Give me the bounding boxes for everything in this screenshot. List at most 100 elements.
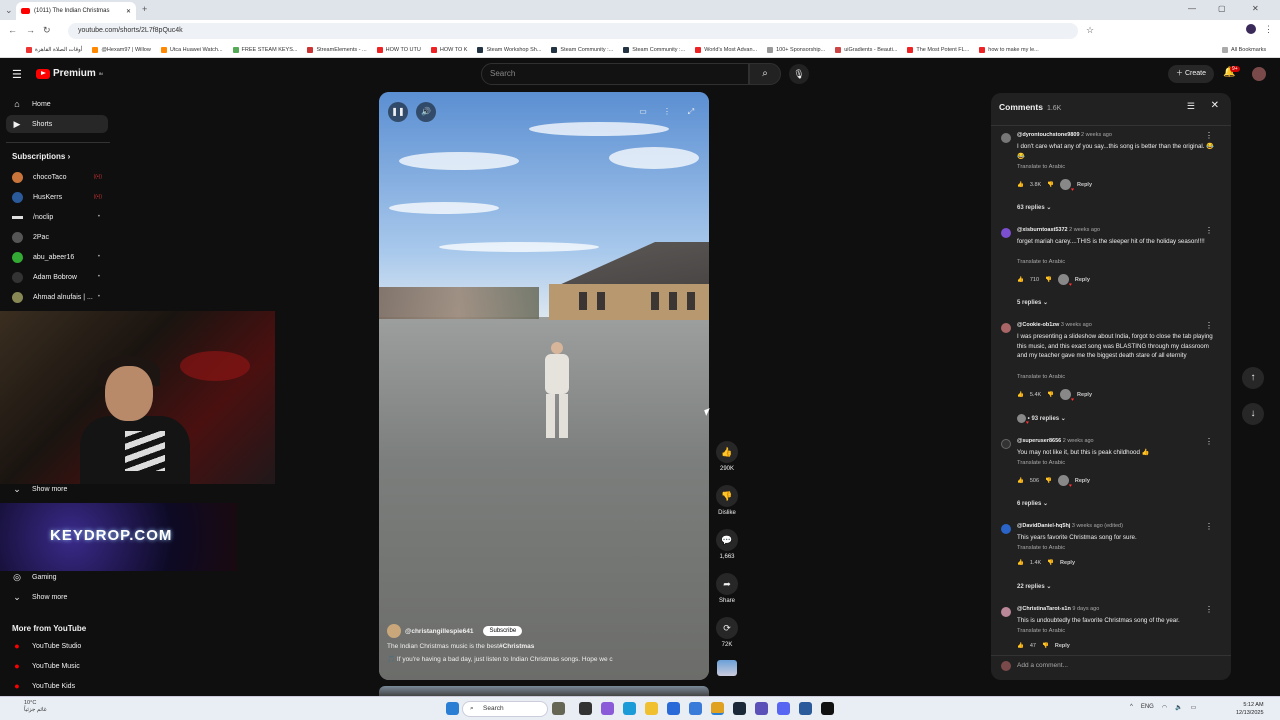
view-replies-button[interactable]: 63 replies ⌄ xyxy=(1017,204,1051,211)
subscription-item[interactable]: Adam Bobrow • xyxy=(6,268,108,286)
comment-like-icon[interactable]: 👍 xyxy=(1017,277,1024,283)
maximize-icon[interactable]: ▢ xyxy=(1218,4,1226,13)
translate-link[interactable]: Translate to Arabic xyxy=(1017,545,1065,551)
all-bookmarks[interactable]: All Bookmarks xyxy=(1222,46,1266,53)
bookmark-item[interactable]: StreamElements - ... xyxy=(307,46,367,53)
like-button[interactable]: 👍 290K xyxy=(715,441,739,472)
view-replies-button[interactable]: 5 replies ⌄ xyxy=(1017,299,1048,306)
comment-like-icon[interactable]: 👍 xyxy=(1017,182,1024,188)
translate-link[interactable]: Translate to Arabic xyxy=(1017,460,1065,466)
reload-icon[interactable]: ↻ xyxy=(43,25,51,36)
next-short-preview[interactable] xyxy=(379,686,709,696)
hamburger-menu-icon[interactable]: ☰ xyxy=(12,68,22,81)
view-replies-button[interactable]: • 93 replies ⌄ xyxy=(1017,414,1066,426)
back-icon[interactable]: ← xyxy=(8,25,17,35)
tab-list-icon[interactable]: ⌄ xyxy=(5,5,13,16)
comment-dislike-icon[interactable]: 👎 xyxy=(1047,560,1054,566)
subscribe-button[interactable]: Subscribe xyxy=(483,626,523,636)
comment-dislike-icon[interactable]: 👎 xyxy=(1047,182,1054,188)
search-button[interactable]: ⌕ xyxy=(749,63,781,85)
commenter-avatar[interactable] xyxy=(1001,133,1011,143)
channel-handle[interactable]: @christangillespie641 xyxy=(405,628,473,635)
sidebar-item-youtube-music[interactable]: ● YouTube Music xyxy=(6,657,108,675)
bookmark-item[interactable]: HOW TO UTU xyxy=(376,46,421,53)
add-comment-field[interactable]: Add a comment... xyxy=(991,655,1231,680)
more-options-icon[interactable]: ⋮ xyxy=(657,102,677,122)
comment-menu-icon[interactable]: ⋮ xyxy=(1205,437,1213,446)
comment-menu-icon[interactable]: ⋮ xyxy=(1205,321,1213,330)
bookmark-item[interactable]: World's Most Advan... xyxy=(695,46,757,53)
translate-link[interactable]: Translate to Arabic xyxy=(1017,164,1065,170)
bookmark-item[interactable]: Utca Huawei Watch... xyxy=(160,46,223,53)
bookmark-item[interactable]: FREE STEAM KEYS... xyxy=(232,46,297,53)
reply-button[interactable]: Reply xyxy=(1077,392,1092,398)
sort-icon[interactable]: ☰ xyxy=(1187,101,1195,112)
create-button[interactable]: ＋ Create xyxy=(1168,65,1214,83)
subscriptions-header[interactable]: Subscriptions › xyxy=(12,152,70,161)
show-more-button[interactable]: ⌄ Show more xyxy=(6,588,108,606)
volume-icon[interactable]: 🔈 xyxy=(1175,704,1182,711)
weather-widget[interactable]: 10°C غائم جزئياً xyxy=(24,700,47,714)
comment-menu-icon[interactable]: ⋮ xyxy=(1205,522,1213,531)
widget-icon[interactable] xyxy=(552,702,565,715)
pause-button[interactable]: ❚❚ xyxy=(388,102,408,122)
fullscreen-icon[interactable]: ⤢ xyxy=(681,102,701,122)
chrome-icon[interactable] xyxy=(711,702,724,715)
captions-icon[interactable]: ▭ xyxy=(633,102,653,122)
commenter-avatar[interactable] xyxy=(1001,607,1011,617)
reply-button[interactable]: Reply xyxy=(1055,643,1070,649)
forward-icon[interactable]: → xyxy=(26,25,35,35)
comments-button[interactable]: 💬 1,663 xyxy=(715,529,739,560)
taskbar-search[interactable]: ⌕ Search xyxy=(462,701,548,717)
shorts-video-player[interactable]: ❚❚ 🔊 ▭ ⋮ ⤢ @christangillespie641 Subscri… xyxy=(379,92,709,680)
subscription-item[interactable]: chocoTaco ((•)) xyxy=(6,168,108,186)
reply-button[interactable]: Reply xyxy=(1060,560,1075,566)
subscription-item[interactable]: /noclip • xyxy=(6,208,108,226)
commenter-avatar[interactable] xyxy=(1001,439,1011,449)
search-input[interactable]: Search xyxy=(481,63,749,85)
subscription-item[interactable]: Ahmad alnufais | ... • xyxy=(6,288,108,306)
bookmark-item[interactable]: Steam Workshop Sh... xyxy=(477,46,541,53)
tab-close-icon[interactable]: ✕ xyxy=(126,8,131,15)
comment-menu-icon[interactable]: ⋮ xyxy=(1205,605,1213,614)
subscription-item[interactable]: abu_abeer16 • xyxy=(6,248,108,266)
tray-chevron-icon[interactable]: ^ xyxy=(1130,704,1133,711)
menu-kebab-icon[interactable]: ⋮ xyxy=(1264,24,1273,35)
volume-button[interactable]: 🔊 xyxy=(416,102,436,122)
discord-icon[interactable] xyxy=(777,702,790,715)
remix-button[interactable]: ⟳ 72K xyxy=(715,617,739,648)
bookmark-item[interactable]: @Hexam97 | Willow xyxy=(92,46,151,53)
bookmark-item[interactable]: how to make my le... xyxy=(979,46,1039,53)
url-field[interactable]: youtube.com/shorts/2L7f8pQuc4k xyxy=(68,23,1078,39)
account-avatar[interactable] xyxy=(1252,67,1266,81)
bookmark-item[interactable]: 100+ Sponsorship... xyxy=(767,46,825,53)
language-indicator[interactable]: ENG xyxy=(1141,704,1154,711)
bookmark-item[interactable]: Steam Community :... xyxy=(623,46,685,53)
comment-dislike-icon[interactable]: 👎 xyxy=(1045,478,1052,484)
edge-icon[interactable] xyxy=(623,702,636,715)
commenter-avatar[interactable] xyxy=(1001,524,1011,534)
bookmark-item[interactable]: The Most Potent FL... xyxy=(907,46,969,53)
window-close-icon[interactable]: ✕ xyxy=(1252,4,1259,13)
bookmark-item[interactable]: HOW TO K xyxy=(430,46,467,53)
close-comments-icon[interactable]: ✕ xyxy=(1211,100,1219,111)
comment-like-icon[interactable]: 👍 xyxy=(1017,392,1024,398)
comment-like-icon[interactable]: 👍 xyxy=(1017,643,1024,649)
dislike-button[interactable]: 👎 Dislike xyxy=(715,485,739,516)
bookmark-item[interactable]: uiGradients - Beauti... xyxy=(835,46,897,53)
youtube-logo[interactable]: Premium IN xyxy=(36,68,103,79)
comment-author[interactable]: @dyrontouchstone9809 2 weeks ago xyxy=(1017,132,1112,138)
bookmark-star-icon[interactable]: ☆ xyxy=(1086,25,1094,36)
view-replies-button[interactable]: 6 replies ⌄ xyxy=(1017,500,1048,507)
minimize-icon[interactable]: — xyxy=(1188,4,1196,13)
bookmark-item[interactable]: Steam Community :... xyxy=(551,46,613,53)
comment-dislike-icon[interactable]: 👎 xyxy=(1042,643,1049,649)
comment-dislike-icon[interactable]: 👎 xyxy=(1047,392,1054,398)
comment-menu-icon[interactable]: ⋮ xyxy=(1205,131,1213,140)
wifi-icon[interactable]: ◠ xyxy=(1162,704,1167,711)
file-explorer-icon[interactable] xyxy=(645,702,658,715)
new-tab-button[interactable]: + xyxy=(142,4,147,14)
sidebar-item-home[interactable]: ⌂ Home xyxy=(6,95,108,113)
sidebar-item-youtube-kids[interactable]: ● YouTube Kids xyxy=(6,677,108,695)
teams-icon[interactable] xyxy=(755,702,768,715)
